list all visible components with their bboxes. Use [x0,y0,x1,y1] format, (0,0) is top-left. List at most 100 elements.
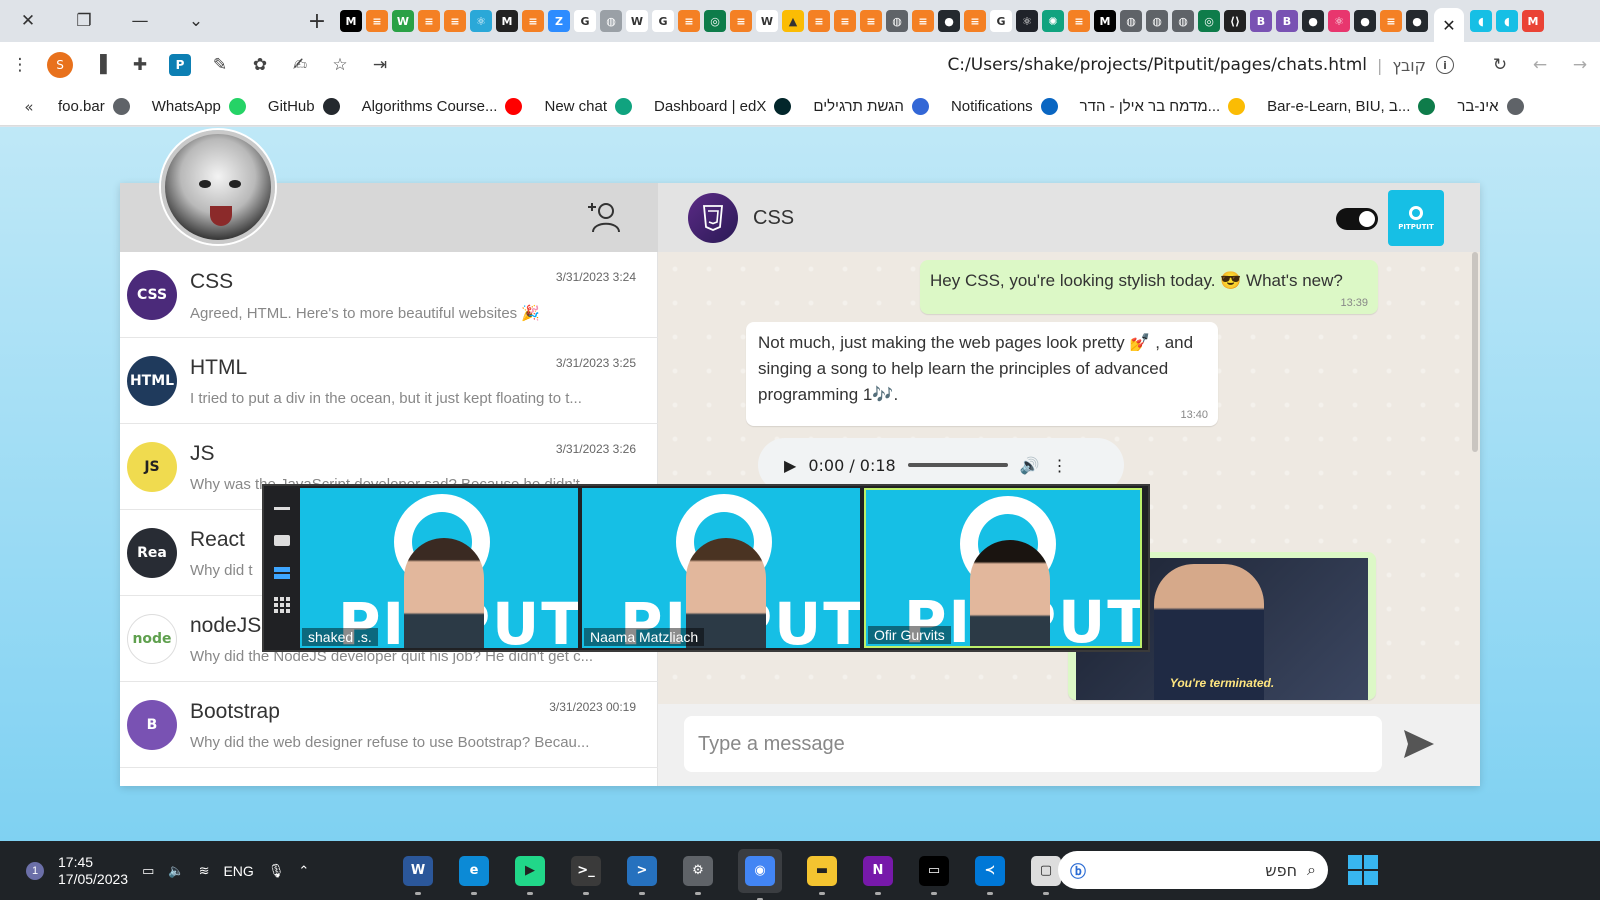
chrome-icon[interactable]: ◉ [738,848,782,900]
profile-button[interactable]: S [40,42,80,88]
react-icon[interactable]: ⚛ [1328,10,1350,32]
minimize-call-icon[interactable] [273,500,291,518]
url-text[interactable]: C:/Users/shake/projects/Pitputit/pages/c… [947,55,1367,75]
vscode-icon[interactable]: ≺ [974,855,1006,895]
forward-icon[interactable]: → [1560,42,1600,88]
stackoverflow-icon[interactable]: ≡ [366,10,388,32]
strip-view-icon[interactable] [273,564,291,582]
globe-icon[interactable]: ◍ [1146,10,1168,32]
medium-icon[interactable]: M [1094,10,1116,32]
extensions-icon[interactable]: ✚ [120,42,160,88]
menu-kebab-icon[interactable]: ⋮ [0,42,40,88]
settings-icon[interactable]: ⚙ [682,855,714,895]
stackoverflow-icon[interactable]: ≡ [418,10,440,32]
chat-list-item[interactable]: CSS CSS 3/31/2023 3:24 Agreed, HTML. Here's… [120,252,658,338]
stackoverflow-icon[interactable]: ≡ [1380,10,1402,32]
restore-window-button[interactable]: ❐ [56,0,112,42]
site-info-icon[interactable]: i [1436,56,1454,74]
close-window-button[interactable]: ✕ [0,0,56,42]
github-icon[interactable]: ● [1354,10,1376,32]
participant-tile[interactable]: PITPUTITshaked .s. [300,488,578,648]
bookmark-item[interactable]: New chat [544,98,633,115]
stackoverflow-icon[interactable]: ≡ [912,10,934,32]
stackoverflow-icon[interactable]: ≡ [860,10,882,32]
extension-p-icon[interactable]: P [160,42,200,88]
bookmark-item[interactable]: Notifications [951,98,1058,115]
cmd-icon[interactable]: ▭ [918,855,950,895]
tray-overflow-icon[interactable]: ⌃ [298,863,309,879]
wifi-icon[interactable]: ≋ [199,863,210,879]
github-icon[interactable]: ● [938,10,960,32]
wix-icon[interactable]: W [392,10,414,32]
battery-icon[interactable]: ▭ [142,863,154,879]
volume-icon[interactable]: 🔈 [168,863,184,879]
globe-icon[interactable]: ◍ [1120,10,1142,32]
chat-list-item[interactable]: HTML HTML 3/31/2023 3:25 I tried to put a d… [120,338,658,424]
word-icon[interactable]: W [402,855,434,895]
active-tab[interactable]: ✕ [1434,8,1464,42]
bookmark-item[interactable]: foo.bar [58,98,130,115]
play-icon[interactable]: ▶ [784,456,796,475]
stackoverflow-icon[interactable]: ≡ [1068,10,1090,32]
wikipedia-icon[interactable]: W [626,10,648,32]
grid-view-icon[interactable] [273,596,291,614]
add-contact-icon[interactable] [586,199,622,235]
moodle-icon[interactable]: ◎ [704,10,726,32]
powershell-icon[interactable]: > [626,855,658,895]
bookmark-item[interactable]: מדמח בר אילן - הדר... [1080,98,1246,115]
medium-icon[interactable]: M [496,10,518,32]
message-input[interactable] [684,716,1382,772]
globe-icon[interactable]: ◍ [886,10,908,32]
bookmark-star-icon[interactable]: ☆ [320,42,360,88]
reload-icon[interactable]: ↻ [1480,42,1520,88]
extension-color-wheel-icon[interactable]: ✿ [240,42,280,88]
extension-compass-icon[interactable]: ✎ [200,42,240,88]
github-icon[interactable]: ● [1406,10,1428,32]
send-icon[interactable] [1402,728,1436,760]
edge-icon[interactable]: e [458,855,490,895]
participant-tile[interactable]: PITPUTITNaama Matzliach [582,488,860,648]
gmail-icon[interactable]: M [1522,10,1544,32]
wikipedia-icon[interactable]: W [756,10,778,32]
stackoverflow-icon[interactable]: ≡ [444,10,466,32]
stackoverflow-icon[interactable]: ≡ [522,10,544,32]
extension-edit-icon[interactable]: ✍ [280,42,320,88]
participant-tile[interactable]: PITPUTITOfir Gurvits [864,488,1142,648]
tab-search-button[interactable]: ⌄ [168,0,224,42]
stackoverflow-icon[interactable]: ≡ [678,10,700,32]
chat-icon[interactable]: ◖ [1496,10,1518,32]
minimize-window-button[interactable]: — [112,0,168,42]
react-icon[interactable]: ⚛ [470,10,492,32]
google-icon[interactable]: G [574,10,596,32]
stackoverflow-icon[interactable]: ≡ [964,10,986,32]
pycharm-icon[interactable]: ▶ [514,855,546,895]
microphone-icon[interactable]: 🎙 [268,863,285,879]
new-tab-button[interactable]: + [300,9,334,34]
bing-icon[interactable]: ⓑ [1070,858,1086,882]
onenote-icon[interactable]: N [862,855,894,895]
language-indicator[interactable]: ENG [223,863,253,879]
google-icon[interactable]: G [652,10,674,32]
current-user-avatar[interactable] [161,130,275,244]
stackoverflow-icon[interactable]: ≡ [730,10,752,32]
back-icon[interactable]: ← [1520,42,1560,88]
globe-icon[interactable]: ◍ [600,10,622,32]
taskbar-search[interactable]: ⓑ חפש ⌕ [1058,851,1328,889]
bookmark-item[interactable]: הגשת תרגילים [813,98,929,115]
drive-icon[interactable]: ▲ [782,10,804,32]
single-view-icon[interactable] [273,532,291,550]
clock[interactable]: 17:45 17/05/2023 [58,854,128,888]
globe-icon[interactable]: ◍ [1172,10,1194,32]
github-icon[interactable]: ● [1302,10,1324,32]
bookmark-item[interactable]: אינ-בר [1457,98,1524,115]
bookmark-item[interactable]: Bar-e-Learn, BIU, ב... [1267,98,1436,115]
bootstrap-icon[interactable]: B [1276,10,1298,32]
audio-more-icon[interactable]: ⋮ [1052,456,1068,475]
n8n-icon[interactable]: ⟨⟩ [1224,10,1246,32]
close-tab-icon[interactable]: ✕ [1442,16,1455,35]
theme-toggle[interactable] [1336,208,1378,230]
chatgpt-icon[interactable]: ✺ [1042,10,1064,32]
stackoverflow-icon[interactable]: ≡ [808,10,830,32]
file-explorer-icon[interactable]: ▬ [806,855,838,895]
react-icon[interactable]: ⚛ [1016,10,1038,32]
